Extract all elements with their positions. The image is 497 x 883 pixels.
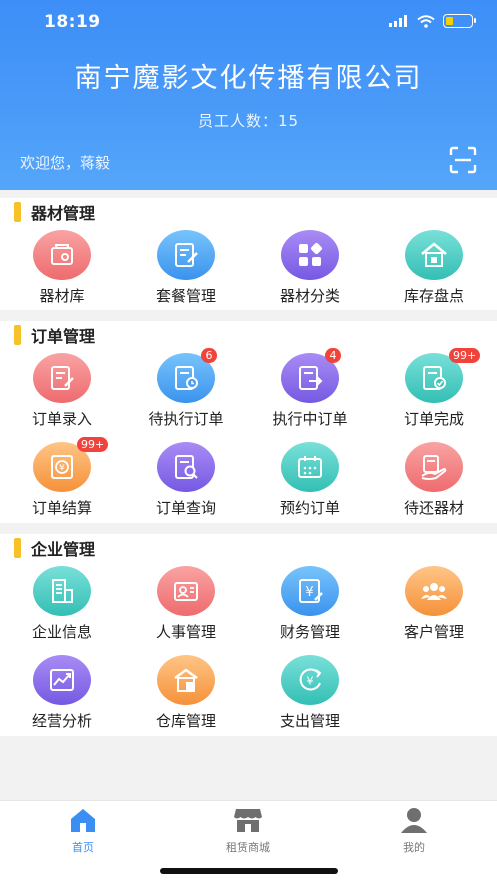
- menu-item-order-pending[interactable]: 6 待执行订单: [124, 348, 248, 429]
- menu-item-label: 待还器材: [403, 499, 464, 517]
- menu-item-label: 仓库管理: [155, 712, 216, 730]
- menu-item-label: 客户管理: [403, 623, 464, 641]
- personnel-card-icon: [157, 566, 215, 616]
- menu-item-label: 企业信息: [31, 623, 92, 641]
- order-running-icon: 4: [281, 348, 341, 403]
- order-settle-icon: ¥ 99+: [33, 437, 109, 492]
- menu-item-reservation[interactable]: 预约订单: [248, 442, 372, 518]
- tab-home[interactable]: 首页: [23, 807, 143, 855]
- section-orders: 订单管理 订单录入 6 待执行订单 4 执行中订单 99+ 订单完成 ¥ 99+…: [0, 321, 497, 523]
- menu-item-label: 财务管理: [279, 623, 340, 641]
- section-equipment: 器材管理 器材库 套餐管理 器材分类 库存盘点: [0, 198, 497, 310]
- badge-count: 99+: [77, 437, 109, 452]
- menu-item-label: 订单结算: [31, 499, 92, 517]
- menu-item-label: 经营分析: [31, 712, 92, 730]
- package-edit-icon: [157, 230, 215, 280]
- menu-item-label: 预约订单: [279, 499, 340, 517]
- user-icon: [401, 808, 427, 833]
- tab-label: 首页: [72, 841, 94, 854]
- section-accent-bar: [14, 538, 21, 558]
- menu-item-order-settle[interactable]: ¥ 99+ 订单结算: [0, 437, 124, 518]
- menu-item-label: 库存盘点: [403, 287, 464, 305]
- order-pending-icon: 6: [157, 348, 217, 403]
- battery-icon: [443, 14, 476, 28]
- home-indicator: [160, 868, 338, 874]
- menu-item-label: 订单录入: [31, 410, 92, 428]
- status-bar: 18:19: [0, 0, 497, 44]
- menu-item-label: 支出管理: [279, 712, 340, 730]
- scan-icon[interactable]: [449, 146, 477, 174]
- section-title: 订单管理: [14, 325, 96, 346]
- menu-item-label: 器材分类: [279, 287, 340, 305]
- cellular-signal-icon: [389, 15, 407, 27]
- svg-text:¥: ¥: [307, 675, 314, 688]
- badge-count: 4: [325, 348, 341, 363]
- menu-item-inventory[interactable]: 库存盘点: [372, 230, 496, 306]
- staff-count-value: 15: [277, 112, 300, 130]
- menu-item-order-running[interactable]: 4 执行中订单: [248, 348, 372, 429]
- expense-yen-icon: ¥: [281, 655, 339, 705]
- tab-mine[interactable]: 我的: [354, 807, 474, 855]
- menu-item-order-done[interactable]: 99+ 订单完成: [372, 348, 496, 429]
- shop-icon: [234, 809, 262, 832]
- tab-shop[interactable]: 租赁商城: [188, 807, 308, 855]
- staff-count-label: 员工人数：: [197, 112, 278, 130]
- status-time: 18:19: [44, 12, 101, 32]
- menu-item-order-entry[interactable]: 订单录入: [0, 353, 124, 429]
- section-title: 器材管理: [14, 202, 96, 223]
- order-search-icon: [157, 442, 215, 492]
- menu-item-customers[interactable]: 客户管理: [372, 566, 496, 642]
- menu-item-expense[interactable]: ¥ 支出管理: [248, 655, 372, 731]
- menu-item-package[interactable]: 套餐管理: [124, 230, 248, 306]
- analysis-chart-icon: [33, 655, 91, 705]
- welcome-text: 欢迎您，蒋毅: [20, 154, 111, 172]
- header: 18:19 南宁魔影文化传播有限公司 员工人数：15 欢迎您，蒋毅: [0, 0, 497, 190]
- menu-item-company-info[interactable]: 企业信息: [0, 566, 124, 642]
- menu-item-label: 订单查询: [155, 499, 216, 517]
- menu-item-label: 人事管理: [155, 623, 216, 641]
- return-equipment-icon: [405, 442, 463, 492]
- company-building-icon: [33, 566, 91, 616]
- badge-count: 6: [201, 348, 217, 363]
- tab-label: 租赁商城: [226, 841, 270, 854]
- section-title-text: 企业管理: [31, 540, 96, 559]
- menu-item-return-equipment[interactable]: 待还器材: [372, 442, 496, 518]
- customers-icon: [405, 566, 463, 616]
- tab-label: 我的: [403, 841, 425, 854]
- menu-item-category[interactable]: 器材分类: [248, 230, 372, 306]
- warehouse-icon: [157, 655, 215, 705]
- finance-yen-icon: ¥: [281, 566, 339, 616]
- status-icons: [389, 14, 476, 28]
- home-icon: [71, 809, 95, 832]
- section-enterprise: 企业管理 企业信息 人事管理 ¥ 财务管理 客户管理 经营分析 仓库管理 ¥ 支…: [0, 534, 497, 736]
- order-done-icon: 99+: [405, 348, 481, 403]
- menu-item-warehouse[interactable]: 仓库管理: [124, 655, 248, 731]
- menu-item-finance[interactable]: ¥ 财务管理: [248, 566, 372, 642]
- menu-item-label: 待执行订单: [148, 410, 224, 428]
- inventory-home-icon: [405, 230, 463, 280]
- category-icon: [281, 230, 339, 280]
- section-accent-bar: [14, 325, 21, 345]
- equipment-icon: [33, 230, 91, 280]
- section-title-text: 器材管理: [31, 204, 96, 223]
- menu-item-order-search[interactable]: 订单查询: [124, 442, 248, 518]
- order-entry-icon: [33, 353, 91, 403]
- menu-item-label: 执行中订单: [272, 410, 348, 428]
- menu-item-label: 套餐管理: [155, 287, 216, 305]
- staff-count: 员工人数：15: [0, 110, 497, 131]
- svg-text:¥: ¥: [305, 585, 313, 600]
- menu-item-label: 订单完成: [403, 410, 464, 428]
- svg-text:¥: ¥: [59, 464, 65, 474]
- calendar-icon: [281, 442, 339, 492]
- company-name: 南宁魔影文化传播有限公司: [74, 63, 423, 94]
- section-accent-bar: [14, 202, 21, 222]
- section-title: 企业管理: [14, 538, 96, 559]
- section-title-text: 订单管理: [31, 327, 96, 346]
- menu-item-personnel[interactable]: 人事管理: [124, 566, 248, 642]
- menu-item-analysis[interactable]: 经营分析: [0, 655, 124, 731]
- menu-item-label: 器材库: [39, 287, 85, 305]
- wifi-icon: [417, 14, 435, 28]
- menu-item-equipment-library[interactable]: 器材库: [0, 230, 124, 306]
- badge-count: 99+: [449, 348, 481, 363]
